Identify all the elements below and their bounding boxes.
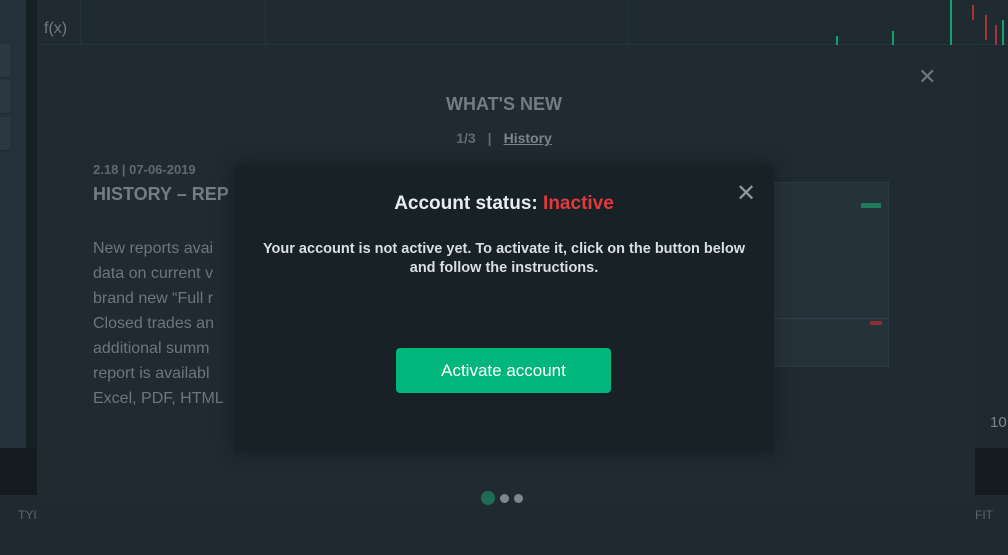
slide-dots bbox=[481, 491, 523, 505]
candle bbox=[950, 0, 952, 45]
bottom-bar bbox=[975, 448, 1008, 495]
version-date: 2.18 | 07-06-2019 bbox=[93, 162, 196, 177]
feature-heading: HISTORY – REP bbox=[93, 184, 229, 204]
feature-description: New reports avai data on current v brand… bbox=[93, 236, 243, 411]
slide-dot-2[interactable] bbox=[500, 493, 509, 503]
chart-toolbar bbox=[37, 0, 1008, 45]
text-line: additional summ bbox=[93, 340, 210, 357]
dialog-title: Account status: Inactive bbox=[234, 193, 774, 215]
table-header-profit: FIT bbox=[975, 508, 993, 522]
left-panel bbox=[0, 0, 26, 448]
candle bbox=[892, 31, 894, 45]
text-line: brand new “Full r bbox=[93, 290, 214, 307]
divider bbox=[775, 318, 888, 319]
function-button[interactable]: f(x) bbox=[44, 20, 67, 38]
divider bbox=[80, 0, 81, 45]
candle bbox=[985, 15, 987, 40]
pager: 1/3 | History bbox=[0, 130, 1008, 146]
axis-value: 10 bbox=[990, 414, 1007, 431]
preview-button bbox=[861, 203, 881, 208]
table-header-type: TYI bbox=[18, 508, 37, 522]
separator: | bbox=[487, 130, 492, 146]
title-prefix: Account status: bbox=[394, 193, 538, 214]
text-line: Closed trades an bbox=[93, 315, 214, 332]
slide-dot-1[interactable] bbox=[481, 491, 495, 505]
divider bbox=[628, 0, 629, 45]
activate-account-button[interactable]: Activate account bbox=[396, 348, 611, 393]
account-status-dialog: Account status: Inactive ✕ Your account … bbox=[234, 165, 774, 452]
text-line: New reports avai bbox=[93, 240, 214, 257]
close-icon[interactable]: ✕ bbox=[918, 64, 936, 90]
dialog-message: Your account is not active yet. To activ… bbox=[262, 241, 746, 276]
whats-new-title: WHAT'S NEW bbox=[446, 94, 562, 114]
divider bbox=[265, 0, 266, 45]
slide-dot-3[interactable] bbox=[514, 493, 523, 503]
history-link[interactable]: History bbox=[504, 130, 552, 146]
text-line: data on current v bbox=[93, 265, 214, 282]
text-line: Excel, PDF, HTML bbox=[93, 390, 224, 407]
feature-preview-image bbox=[774, 182, 889, 367]
candle bbox=[836, 36, 838, 45]
candle bbox=[972, 5, 974, 20]
close-icon[interactable]: ✕ bbox=[736, 179, 756, 208]
page-indicator: 1/3 bbox=[456, 130, 476, 146]
preview-badge bbox=[870, 321, 882, 325]
left-panel-item[interactable] bbox=[0, 44, 10, 78]
panel-divider bbox=[26, 0, 37, 448]
bottom-bar bbox=[0, 448, 37, 495]
text-line: report is availabl bbox=[93, 365, 210, 382]
status-badge: Inactive bbox=[543, 193, 614, 214]
